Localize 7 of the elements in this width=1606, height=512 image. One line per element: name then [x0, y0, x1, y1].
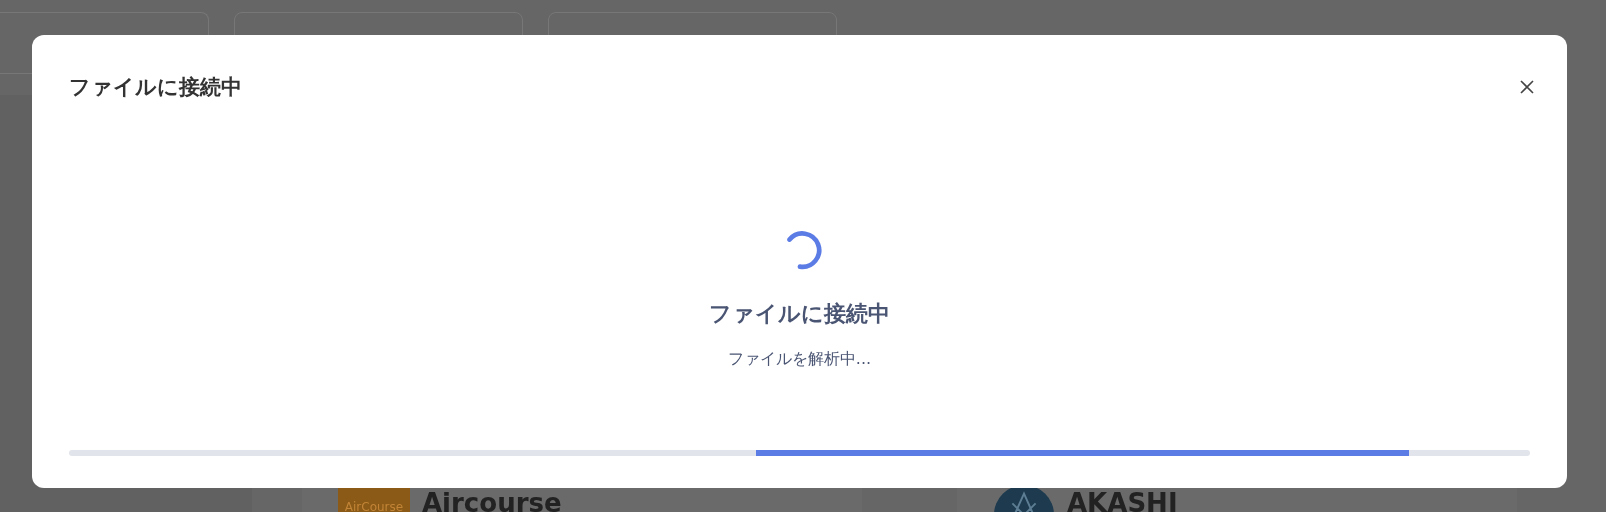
app-name: Aircourse: [422, 488, 562, 512]
status-title: ファイルに接続中: [709, 300, 890, 328]
status-detail: ファイルを解析中...: [727, 349, 872, 370]
app-name: AKASHI: [1067, 488, 1178, 512]
close-icon: [1520, 80, 1534, 94]
dialog-title: ファイルに接続中: [69, 74, 242, 101]
app-logo: AirCourse: [338, 486, 410, 512]
